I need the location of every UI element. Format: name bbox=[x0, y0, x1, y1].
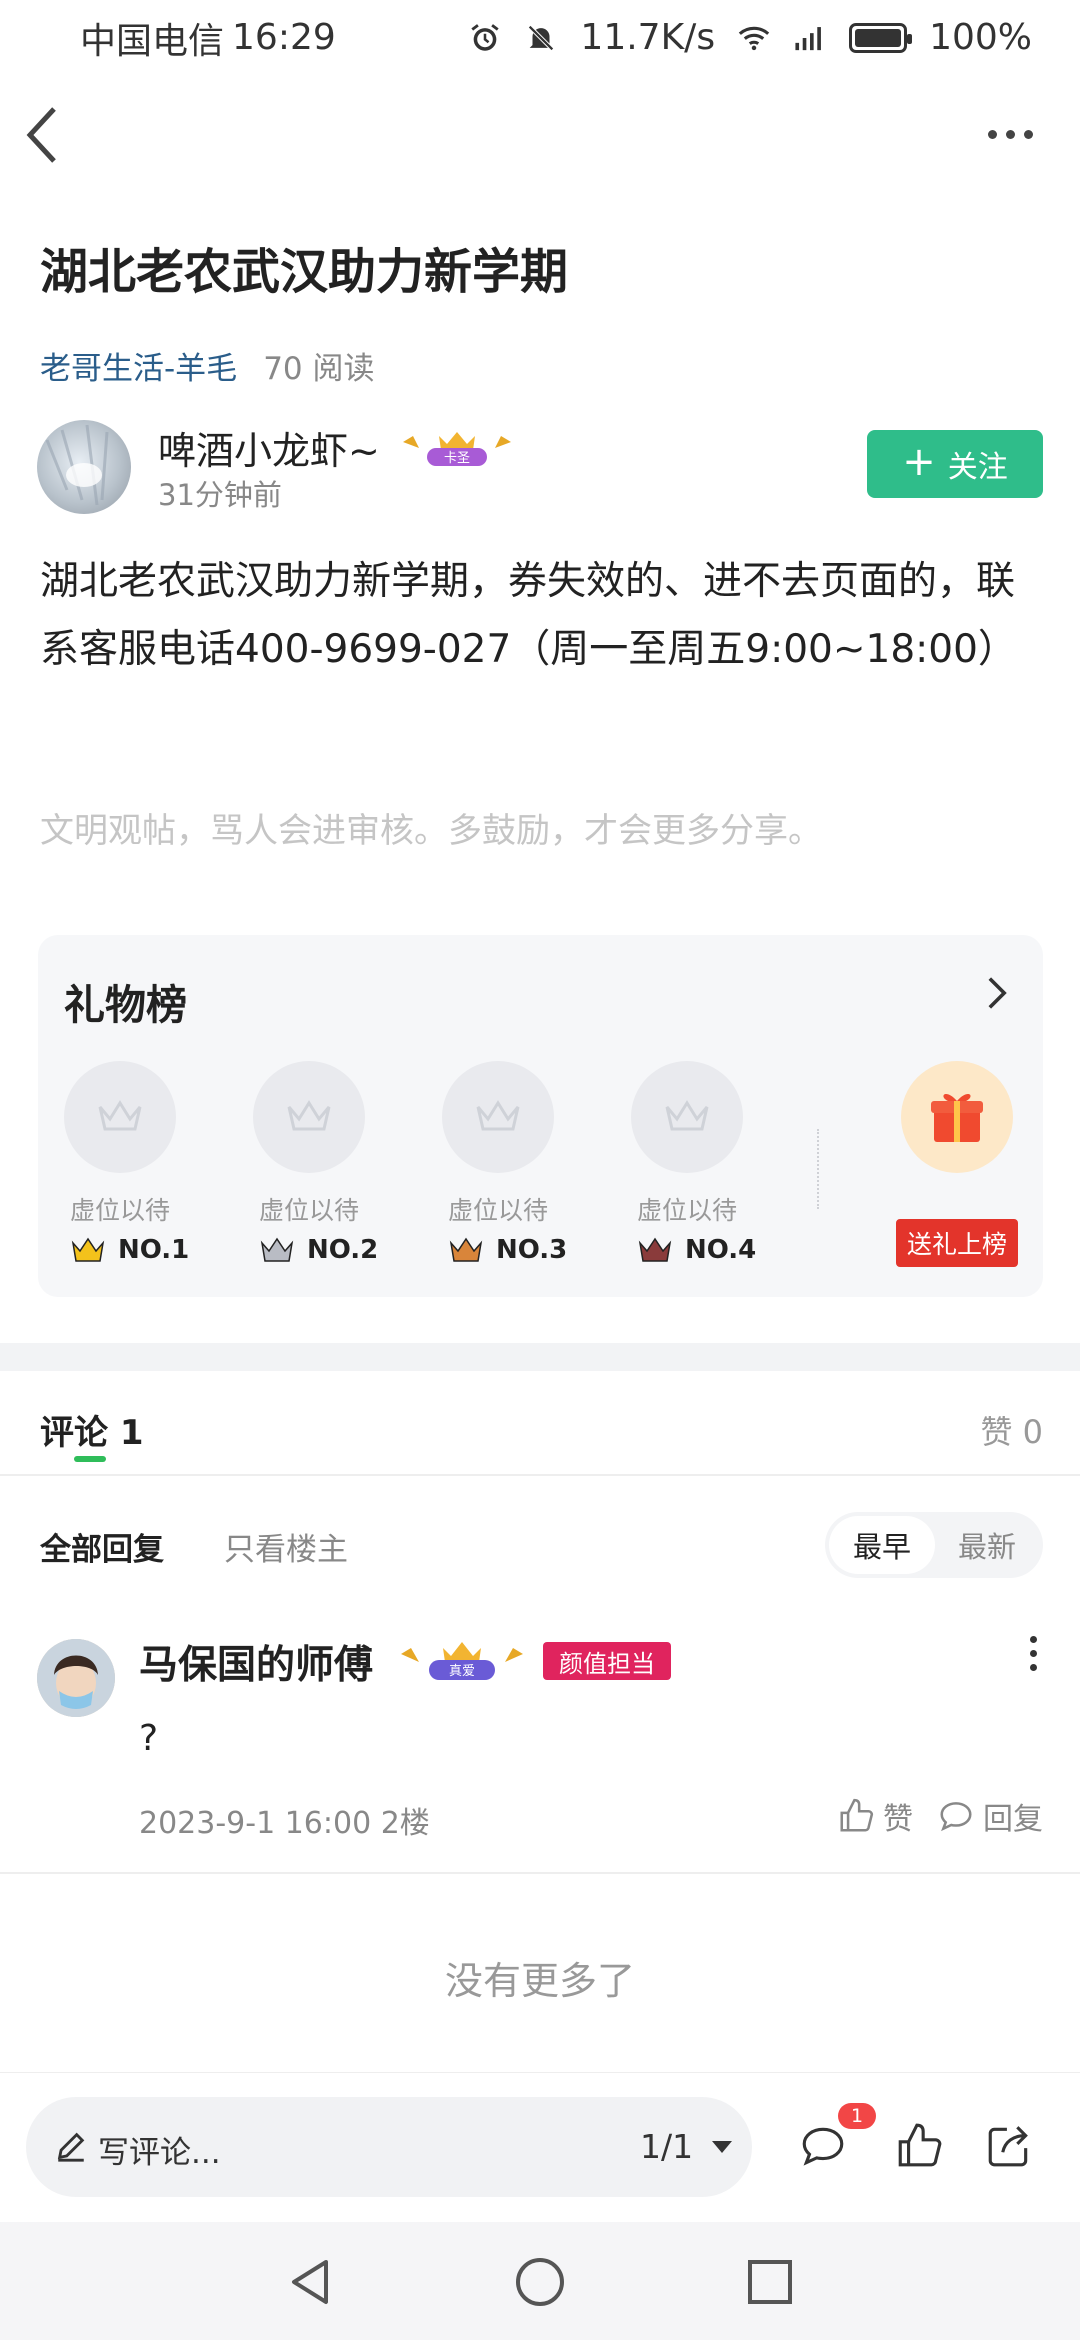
send-gift-button[interactable]: 送礼上榜 bbox=[896, 1219, 1018, 1267]
gift-box-icon[interactable] bbox=[901, 1061, 1013, 1173]
empty-slot-crown-icon bbox=[631, 1061, 743, 1173]
gift-slot-4[interactable]: 虚位以待 NO.4 bbox=[631, 1061, 756, 1265]
pencil-icon bbox=[57, 2132, 85, 2162]
commenter-level-badge: 真爱 bbox=[397, 1638, 527, 1682]
article-body: 湖北老农武汉助力新学期，券失效的、进不去页面的，联系客服电话400-9699-0… bbox=[40, 559, 1017, 672]
tab-comments[interactable]: 评论 1 bbox=[40, 1405, 144, 1454]
sort-toggle: 最早 最新 bbox=[825, 1512, 1043, 1578]
comment-count-badge: 1 bbox=[838, 2103, 876, 2129]
status-right: 11.7K/s 100% bbox=[468, 17, 1032, 58]
read-count: 70 阅读 bbox=[263, 351, 375, 387]
gift-slot-3[interactable]: 虚位以待 NO.3 bbox=[442, 1061, 567, 1265]
author-level-badge: 卡圣 bbox=[399, 428, 515, 468]
gift-slot-1[interactable]: 虚位以待 NO.1 bbox=[64, 1061, 189, 1265]
section-divider bbox=[0, 1343, 1080, 1371]
slot-rank: NO.4 bbox=[637, 1235, 797, 1265]
share-icon[interactable] bbox=[984, 2121, 1034, 2171]
wifi-icon bbox=[738, 26, 770, 50]
topic-link[interactable]: 老哥生活-羊毛 bbox=[40, 343, 237, 388]
write-comment-input[interactable]: 写评论... 1/1 bbox=[26, 2097, 752, 2197]
comment-text: ? bbox=[139, 1718, 159, 1759]
system-home-icon[interactable] bbox=[512, 2254, 568, 2310]
commenter-badge-text: 真爱 bbox=[449, 1664, 475, 1679]
page-indicator[interactable]: 1/1 bbox=[640, 2127, 693, 2166]
civility-note: 文明观帖，骂人会进审核。多鼓励，才会更多分享。 bbox=[40, 811, 822, 851]
system-recents-icon[interactable] bbox=[742, 2254, 798, 2310]
commenter-tag: 颜值担当 bbox=[543, 1642, 671, 1680]
author-row: 啤酒小龙虾~ 卡圣 31分钟前 + 关注 bbox=[37, 420, 1043, 520]
gift-list-card[interactable]: 礼物榜 虚位以待 NO.1 虚位以待 NO.2 虚位以待 NO.3 虚位以待 N… bbox=[38, 935, 1043, 1297]
battery-icon bbox=[849, 22, 913, 53]
slot-label: 虚位以待 bbox=[259, 1196, 360, 1225]
comments-icon[interactable] bbox=[798, 2121, 848, 2171]
comment-more-icon[interactable] bbox=[1025, 1636, 1041, 1680]
empty-slot-crown-icon bbox=[253, 1061, 365, 1173]
net-speed: 11.7K/s bbox=[580, 17, 716, 58]
plus-icon: + bbox=[902, 439, 936, 485]
slot-label: 虚位以待 bbox=[637, 1196, 738, 1225]
filter-owner-only[interactable]: 只看楼主 bbox=[224, 1524, 348, 1569]
divider-line bbox=[0, 1474, 1080, 1476]
comment-placeholder: 写评论... bbox=[98, 2135, 221, 2171]
follow-button[interactable]: + 关注 bbox=[867, 430, 1043, 498]
commenter-avatar[interactable] bbox=[37, 1639, 115, 1717]
sort-newest[interactable]: 最新 bbox=[937, 1516, 1037, 1574]
post-time: 31分钟前 bbox=[158, 478, 282, 512]
gift-separator bbox=[817, 1129, 819, 1209]
empty-slot-crown-icon bbox=[442, 1061, 554, 1173]
article-meta: 老哥生活-羊毛 70 阅读 bbox=[40, 343, 375, 388]
commenter-name[interactable]: 马保国的师傅 bbox=[139, 1634, 373, 1690]
comment-meta: 2023-9-1 16:00 2楼 bbox=[139, 1806, 430, 1841]
slot-label: 虚位以待 bbox=[448, 1196, 549, 1225]
comment-filter-row: 全部回复 只看楼主 最早 最新 bbox=[40, 1512, 1043, 1578]
signal-icon bbox=[795, 26, 822, 50]
back-arrow-icon[interactable] bbox=[22, 105, 62, 165]
tab-active-indicator bbox=[74, 1456, 106, 1462]
system-back-icon[interactable] bbox=[282, 2254, 338, 2310]
author-avatar[interactable] bbox=[37, 420, 131, 514]
clock: 16:29 bbox=[232, 17, 336, 58]
follow-label: 关注 bbox=[947, 450, 1008, 485]
rank-crown-icon bbox=[71, 1237, 105, 1262]
thumb-up-icon bbox=[840, 1798, 874, 1832]
more-options-icon[interactable] bbox=[988, 119, 1044, 149]
gift-list-title: 礼物榜 bbox=[64, 981, 187, 1029]
system-nav-bar bbox=[0, 2222, 1080, 2340]
comment-like-button[interactable]: 赞 bbox=[837, 1794, 913, 1838]
rank-crown-icon bbox=[449, 1237, 483, 1262]
chevron-right-icon[interactable] bbox=[985, 975, 1009, 1011]
comment-reply-button[interactable]: 回复 bbox=[937, 1794, 1043, 1838]
status-bar: 中国电信 16:29 11.7K/s 100% bbox=[0, 0, 1080, 75]
slot-rank: NO.3 bbox=[448, 1235, 608, 1265]
comment-actions: 赞 回复 bbox=[837, 1794, 1043, 1838]
rank-crown-icon bbox=[260, 1237, 294, 1262]
thumb-up-icon[interactable] bbox=[894, 2121, 944, 2171]
filter-all-replies[interactable]: 全部回复 bbox=[40, 1524, 164, 1569]
author-badge-text: 卡圣 bbox=[444, 451, 470, 466]
bottom-bar: 写评论... 1/1 1 bbox=[0, 2072, 1080, 2222]
comments-header: 评论 1 赞 0 bbox=[40, 1405, 1043, 1465]
speech-bubble-icon bbox=[940, 1802, 972, 1832]
slot-rank: NO.1 bbox=[70, 1235, 230, 1265]
comment-item: 马保国的师傅 真爱 颜值担当 ? 2023-9-1 16:00 2楼 赞 回复 bbox=[37, 1634, 1043, 1854]
alarm-icon bbox=[471, 23, 500, 51]
divider-line bbox=[0, 1872, 1080, 1874]
slot-label: 虚位以待 bbox=[70, 1196, 171, 1225]
end-of-list: 没有更多了 bbox=[444, 1959, 635, 2003]
nav-bar bbox=[0, 95, 1080, 175]
gift-slot-2[interactable]: 虚位以待 NO.2 bbox=[253, 1061, 378, 1265]
mute-bell-icon bbox=[528, 24, 555, 51]
tab-likes[interactable]: 赞 0 bbox=[980, 1407, 1043, 1453]
caret-down-icon[interactable] bbox=[712, 2141, 732, 2153]
battery-percent: 100% bbox=[929, 17, 1032, 58]
carrier: 中国电信 bbox=[80, 20, 225, 62]
empty-slot-crown-icon bbox=[64, 1061, 176, 1173]
sort-earliest[interactable]: 最早 bbox=[829, 1516, 935, 1574]
author-name[interactable]: 啤酒小龙虾~ bbox=[158, 420, 380, 475]
slot-rank: NO.2 bbox=[259, 1235, 419, 1265]
status-left: 中国电信 16:29 bbox=[80, 12, 336, 64]
article-title: 湖北老农武汉助力新学期 bbox=[40, 244, 569, 300]
rank-crown-icon bbox=[638, 1237, 672, 1262]
